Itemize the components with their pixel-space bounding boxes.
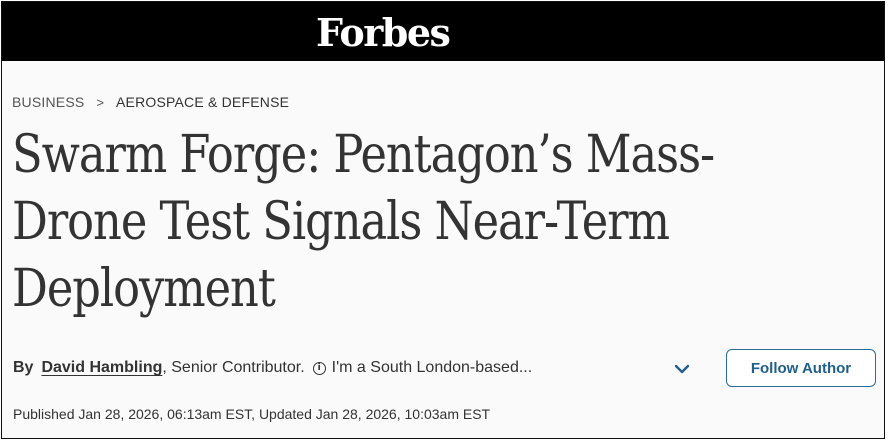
byline-prefix: By [13, 359, 34, 376]
author-bio-snippet: I'm a South London-based... [331, 359, 533, 376]
author-role: , Senior Contributor. [162, 359, 305, 376]
breadcrumb-item-aerospace-defense[interactable]: AEROSPACE & DEFENSE [116, 94, 289, 110]
follow-author-button[interactable]: Follow Author [726, 349, 876, 387]
byline: By David Hambling , Senior Contributor. … [13, 359, 532, 377]
article-header: Forbes BUSINESS > AEROSPACE & DEFENSE Sw… [1, 1, 885, 439]
author-link[interactable]: David Hambling [41, 359, 162, 377]
breadcrumb: BUSINESS > AEROSPACE & DEFENSE [12, 94, 289, 110]
article-headline: Swarm Forge: Pentagon’s Mass-Drone Test … [12, 125, 715, 319]
publish-dates: Published Jan 28, 2026, 06:13am EST, Upd… [13, 406, 491, 422]
masthead: Forbes [2, 2, 884, 61]
breadcrumb-separator-icon: > [96, 94, 104, 110]
forbes-logo[interactable]: Forbes [316, 10, 451, 55]
chevron-down-icon[interactable] [673, 362, 691, 376]
info-icon: i [312, 361, 326, 375]
breadcrumb-item-business[interactable]: BUSINESS [12, 94, 84, 110]
